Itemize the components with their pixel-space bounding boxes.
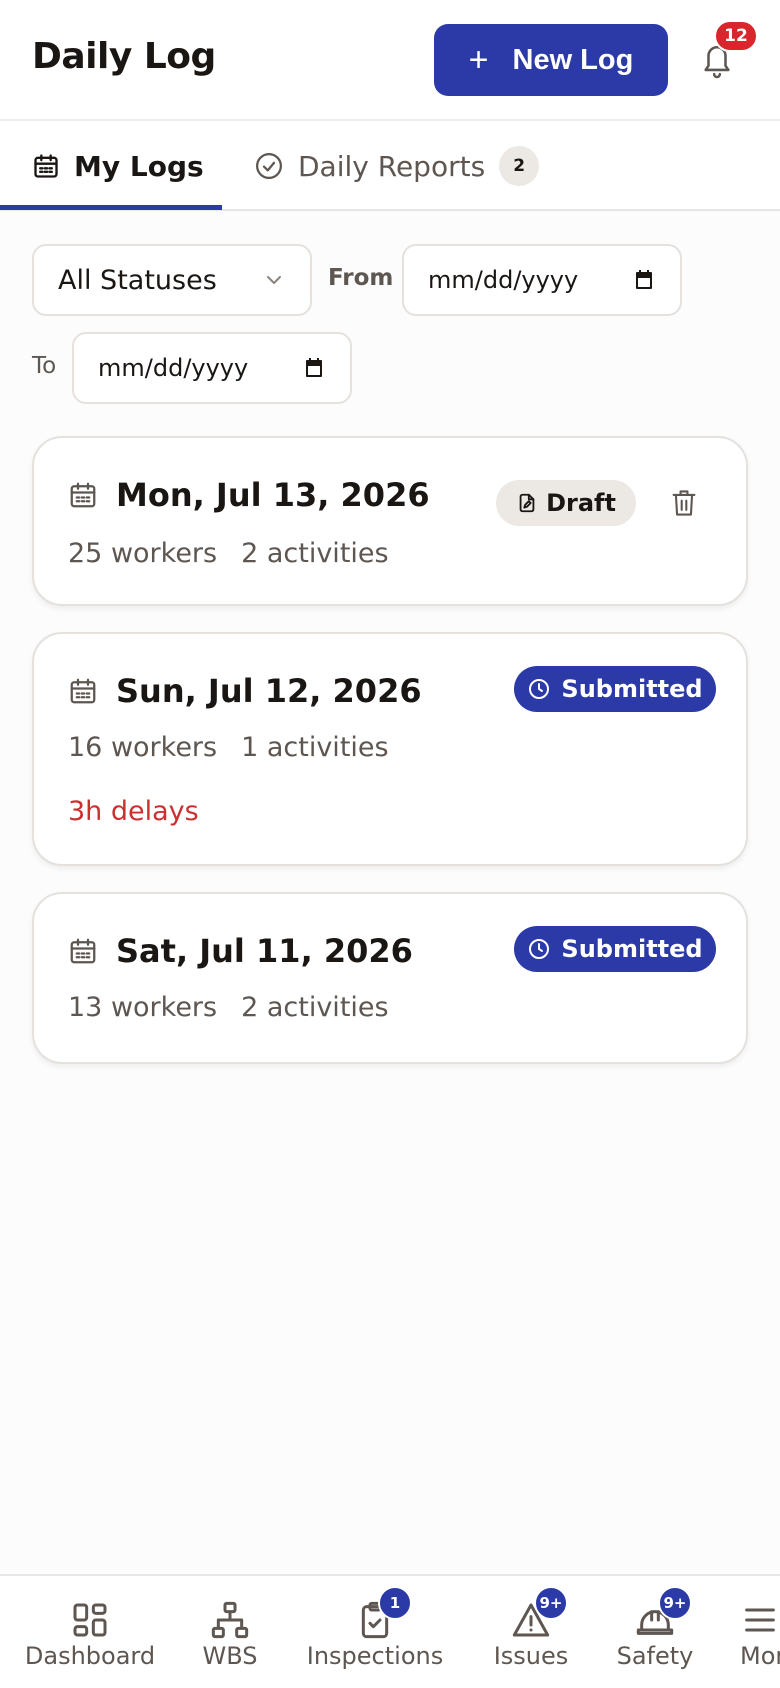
status-filter-value: All Statuses	[58, 264, 217, 296]
menu-icon	[740, 1600, 780, 1640]
status-label: Submitted	[561, 935, 703, 963]
calendar-icon	[32, 152, 60, 180]
nav-safety[interactable]: Safety 9+	[610, 1576, 700, 1688]
log-card[interactable]: Sat, Jul 11, 2026 Submitted 13 workers 2…	[32, 892, 748, 1064]
page-title: Daily Log	[32, 36, 216, 77]
nav-inspections[interactable]: Inspections 1	[300, 1576, 450, 1688]
status-label: Submitted	[561, 675, 703, 703]
active-tab-indicator	[0, 205, 222, 210]
log-meta: 13 workers 2 activities	[68, 992, 389, 1023]
log-date: Mon, Jul 13, 2026	[116, 476, 430, 514]
from-date-input[interactable]: mm/dd/yyyy	[402, 244, 682, 316]
to-date-placeholder: mm/dd/yyyy	[98, 354, 249, 382]
nav-issues[interactable]: Issues 9+	[486, 1576, 576, 1688]
status-badge-draft: Draft	[496, 480, 636, 526]
from-date-placeholder: mm/dd/yyyy	[428, 266, 579, 294]
tab-bar: My Logs Daily Reports 2	[0, 121, 780, 211]
tab-daily-reports-label: Daily Reports	[298, 149, 486, 183]
tab-daily-reports[interactable]: Daily Reports 2	[254, 121, 540, 211]
inspections-count-badge: 1	[378, 1586, 412, 1620]
worker-count: 25 workers	[68, 538, 218, 569]
file-edit-icon	[516, 492, 538, 514]
status-badge-submitted: Submitted	[514, 926, 716, 972]
calendar-picker-icon[interactable]	[632, 268, 656, 292]
status-label: Draft	[546, 489, 616, 517]
dashboard-icon	[70, 1600, 110, 1640]
calendar-icon	[68, 676, 98, 706]
tab-my-logs-label: My Logs	[74, 149, 204, 183]
to-date-input[interactable]: mm/dd/yyyy	[72, 332, 352, 404]
nav-dashboard[interactable]: Dashboard	[22, 1576, 158, 1688]
delay-text: 3h delays	[68, 796, 199, 827]
to-label: To	[32, 353, 57, 379]
trash-icon[interactable]	[670, 488, 700, 520]
status-badge-submitted: Submitted	[514, 666, 716, 712]
nav-more[interactable]: More	[740, 1576, 780, 1688]
log-meta: 25 workers 2 activities	[68, 538, 389, 569]
activity-count: 2 activities	[241, 992, 389, 1023]
issues-count-badge: 9+	[534, 1586, 568, 1620]
from-label: From	[328, 265, 394, 291]
log-date-row: Sun, Jul 12, 2026	[68, 672, 422, 710]
chevron-down-icon	[262, 268, 286, 292]
calendar-icon	[68, 936, 98, 966]
app-header: Daily Log + New Log 12	[0, 0, 780, 121]
calendar-picker-icon[interactable]	[302, 356, 326, 380]
calendar-icon	[68, 480, 98, 510]
new-log-label: New Log	[512, 43, 634, 76]
log-date-row: Sat, Jul 11, 2026	[68, 932, 413, 970]
log-date-row: Mon, Jul 13, 2026	[68, 476, 430, 514]
log-card[interactable]: Sun, Jul 12, 2026 Submitted 16 workers 1…	[32, 632, 748, 866]
log-meta: 16 workers 1 activities	[68, 732, 389, 763]
daily-reports-count-badge: 2	[499, 146, 540, 186]
nav-label: Safety	[616, 1642, 694, 1670]
new-log-button[interactable]: + New Log	[434, 24, 668, 96]
nav-label: Issues	[493, 1642, 569, 1670]
nav-label: WBS	[202, 1642, 258, 1670]
nav-wbs[interactable]: WBS	[190, 1576, 270, 1688]
log-date: Sun, Jul 12, 2026	[116, 672, 422, 710]
plus-icon: +	[468, 41, 489, 79]
worker-count: 13 workers	[68, 992, 218, 1023]
bottom-navigation: Dashboard WBS Inspections 1 Issues 9+ Sa…	[0, 1574, 780, 1688]
check-circle-icon	[254, 151, 284, 181]
activity-count: 1 activities	[241, 732, 389, 763]
log-card[interactable]: Mon, Jul 13, 2026 Draft 25 workers 2 act…	[32, 436, 748, 606]
clock-icon	[527, 937, 551, 961]
worker-count: 16 workers	[68, 732, 218, 763]
nav-label: Dashboard	[24, 1642, 156, 1670]
activity-count: 2 activities	[241, 538, 389, 569]
tab-my-logs[interactable]: My Logs	[32, 121, 204, 211]
nav-label: More	[740, 1642, 780, 1670]
nav-label: Inspections	[306, 1642, 444, 1670]
log-date: Sat, Jul 11, 2026	[116, 932, 413, 970]
clock-icon	[527, 677, 551, 701]
status-filter-select[interactable]: All Statuses	[32, 244, 312, 316]
safety-count-badge: 9+	[658, 1586, 692, 1620]
hierarchy-icon	[210, 1600, 250, 1640]
notification-count-badge: 12	[714, 20, 758, 52]
